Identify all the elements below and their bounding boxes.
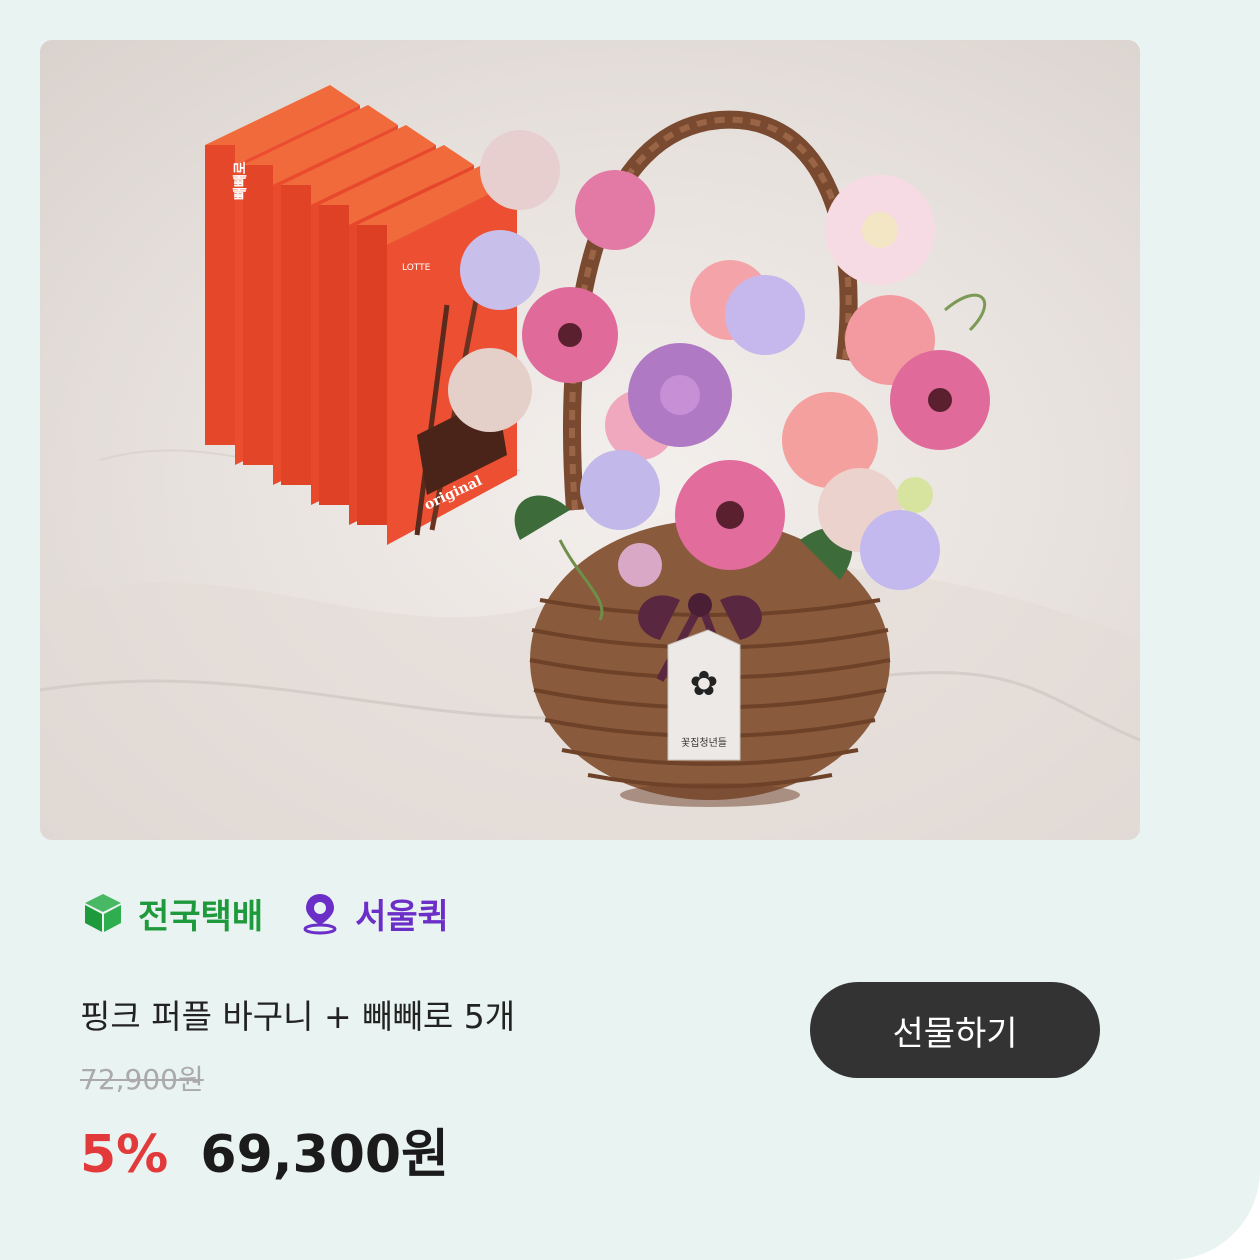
- box-name-text: 빼빼로: [233, 161, 249, 200]
- product-image[interactable]: LOTTE original 빼빼로 ✿ 꽃집청년들: [40, 40, 1140, 840]
- original-price: 72,900원: [80, 1063, 204, 1096]
- box-icon: [80, 890, 126, 936]
- nationwide-delivery-label: 전국택배: [138, 896, 264, 937]
- pepero-boxes: LOTTE original 빼빼로: [205, 85, 517, 545]
- price-row: 5% 69,300원: [80, 1112, 449, 1187]
- flower-basket-illustration: LOTTE original 빼빼로 ✿ 꽃집청년들: [40, 85, 1140, 840]
- nationwide-delivery-badge: 전국택배: [80, 889, 263, 938]
- seoul-quick-label: 서울퀵: [355, 896, 449, 937]
- box-brand-text: LOTTE: [402, 263, 431, 273]
- brand-tag: ✿ 꽃집청년들: [667, 629, 741, 761]
- product-card[interactable]: LOTTE original 빼빼로 ✿ 꽃집청년들 전국택배 서울퀵 핑크 퍼…: [0, 0, 1260, 1260]
- tag-text: 꽃집청년들: [681, 737, 727, 749]
- svg-text:✿: ✿: [690, 664, 719, 704]
- discount-rate: 5%: [80, 1125, 169, 1185]
- delivery-badges: 전국택배 서울퀵: [80, 888, 483, 938]
- product-title[interactable]: 핑크 퍼플 바구니 + 빼빼로 5개: [80, 990, 515, 1038]
- sale-price: 69,300원: [200, 1125, 449, 1185]
- gift-button[interactable]: 선물하기: [810, 982, 1100, 1078]
- location-pin-icon: [297, 890, 343, 936]
- seoul-quick-badge: 서울퀵: [297, 889, 449, 938]
